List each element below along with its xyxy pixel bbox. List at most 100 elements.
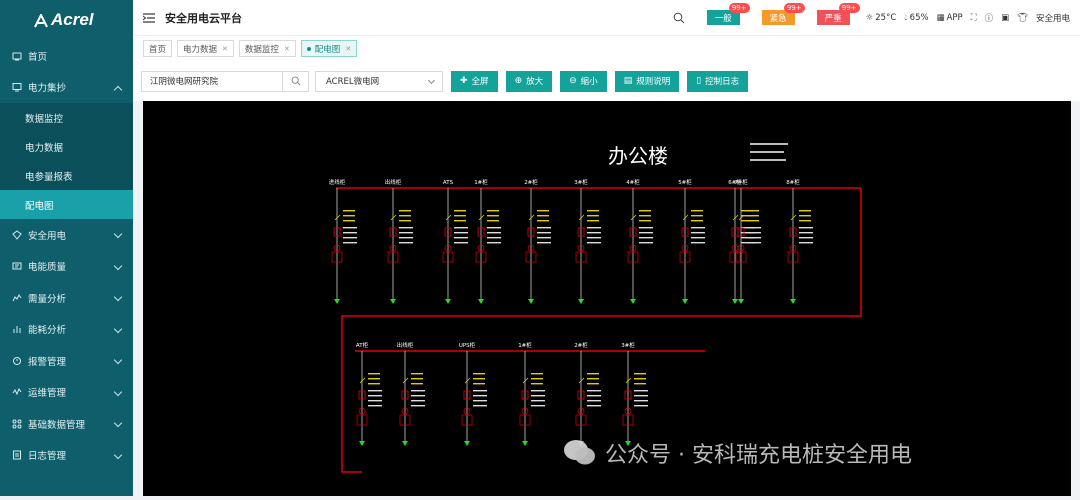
sidebar-item-alarm[interactable]: 报警管理 [0, 345, 133, 377]
sidebar-item-base-data[interactable]: 基础数据管理 [0, 408, 133, 440]
menu-fold-icon[interactable] [143, 12, 155, 23]
alarm-urgent-button[interactable]: 紧急 99+ [761, 3, 805, 25]
project-select[interactable]: ACREL微电网 [315, 70, 443, 92]
feeder-label: 出线柜 [385, 178, 402, 186]
fullscreen-button[interactable]: ✚ 全屏 [451, 70, 498, 92]
app-title: 安全用电云平台 [165, 11, 242, 25]
user-name[interactable]: 安全用电 [1036, 12, 1070, 24]
chevron-down-icon [113, 229, 123, 239]
upper-feeder-4[interactable]: 2#柜 [524, 178, 551, 304]
alarm-severe-button[interactable]: 严重 99+ [816, 3, 860, 25]
weather-widget: ☼ 25°C [866, 13, 897, 23]
help-icon[interactable]: ⓘ [985, 12, 994, 24]
diagram-title: 办公楼 [608, 144, 668, 168]
upper-feeder-0[interactable]: 进线柜 [329, 178, 357, 304]
quality-icon [12, 262, 22, 270]
feeder-label: 3#柜 [621, 341, 635, 349]
search-icon[interactable] [673, 12, 685, 24]
sidebar-subitem-power-data[interactable]: 电力数据 [0, 132, 133, 161]
close-icon[interactable]: ✕ [284, 45, 290, 53]
tab-label: 首页 [149, 44, 167, 55]
log-icon [13, 450, 21, 460]
chevron-down-icon [113, 292, 123, 302]
upper-feeder-10[interactable]: 8#柜 [786, 178, 813, 304]
upper-feeder-9[interactable]: 7#柜 [734, 178, 761, 304]
humidity-widget: 💧︎ 65% [904, 13, 928, 23]
switch-icon [478, 214, 485, 221]
close-icon[interactable]: ✕ [345, 45, 351, 53]
tab-label: 配电图 [314, 44, 341, 55]
alarm-general-button[interactable]: 一般 99+ [706, 3, 750, 25]
app-link[interactable]: ▦ APP [937, 13, 963, 23]
project-select-value: ACREL微电网 [326, 77, 380, 87]
tab-distribution-diagram[interactable]: 配电图 ✕ [300, 40, 358, 57]
switch-icon [445, 214, 452, 221]
upper-feeder-6[interactable]: 4#柜 [626, 178, 653, 304]
switch-icon [630, 214, 637, 221]
switch-icon [359, 377, 366, 384]
fullscreen-icon[interactable]: ⛶ [971, 13, 977, 23]
upper-feeder-2[interactable]: ATS [442, 180, 468, 304]
watermark: 公众号 · 安科瑞充电桩安全用电 [563, 437, 912, 469]
tab-home[interactable]: 首页 [143, 40, 173, 57]
sidebar-item-maintenance[interactable]: 运维管理 [0, 377, 133, 409]
upper-feeders: 进线柜 出线柜 ATS 1#柜 2#柜 3#柜 4#柜 5#柜 6#柜7#柜 8#柜 [329, 178, 813, 304]
load-arrow-icon [522, 441, 528, 446]
upper-feeder-7[interactable]: 5#柜 [678, 178, 705, 304]
sidebar-subitem-distribution-diagram[interactable]: 配电图 [0, 190, 133, 219]
sidebar-item-log[interactable]: 日志管理 [0, 440, 133, 472]
org-search-value: 江阴微电网研究院 [150, 77, 219, 87]
control-log-button[interactable]: ▯ 控制日志 [687, 70, 749, 92]
chevron-down-icon [427, 76, 436, 84]
diagram-toolbar: 江阴微电网研究院 ACREL微电网 ✚ 全屏 ⊕ 放大 ⊖ 缩小 ▤ 规则说明 ▯ 控制日… [133, 61, 1080, 101]
doc-icon: ▤ [623, 76, 633, 86]
shirt-icon[interactable]: 👕︎ [1017, 13, 1028, 23]
header-right: 一般 99+ 紧急 99+ 严重 99+ ☼ 25°C 💧︎ 65% ▦ APP… [673, 0, 1070, 35]
grid-icon: ▦ [936, 12, 945, 23]
diagram-legend [750, 143, 788, 161]
lower-feeder-5[interactable]: 3#柜 [621, 341, 648, 446]
search-button[interactable] [282, 71, 308, 91]
switch-icon [578, 214, 585, 221]
tab-data-monitor[interactable]: 数据监控 ✕ [238, 40, 296, 57]
lower-feeder-2[interactable]: UPS柜 [459, 341, 487, 446]
button-label: 控制日志 [705, 77, 740, 87]
org-search-input[interactable]: 江阴微电网研究院 [141, 70, 309, 92]
upper-feeder-5[interactable]: 3#柜 [574, 178, 601, 304]
sidebar-item-demand[interactable]: 需量分析 [0, 282, 133, 314]
upper-feeder-1[interactable]: 出线柜 [385, 178, 413, 304]
screen-icon[interactable]: ▣ [1001, 13, 1009, 23]
sidebar-item-home[interactable]: 首页 [0, 40, 133, 72]
bar-chart-icon [13, 326, 21, 334]
upper-feeder-3[interactable]: 1#柜 [474, 178, 501, 304]
upper-feeder-8[interactable]: 6#柜 [728, 178, 755, 304]
sidebar-item-safety[interactable]: 安全用电 [0, 219, 133, 251]
brand-name: Acrel [51, 10, 94, 29]
load-arrow-icon [630, 299, 636, 304]
load-arrow-icon [359, 441, 365, 446]
lower-feeder-0[interactable]: AT柜 [356, 341, 382, 446]
sidebar-item-power-quality[interactable]: 电能质量 [0, 251, 133, 283]
zoom-out-button[interactable]: ⊖ 缩小 [560, 70, 607, 92]
switch-icon [464, 377, 471, 384]
lower-feeder-1[interactable]: 出线柜 [397, 341, 425, 446]
tab-power-data[interactable]: 电力数据 ✕ [177, 40, 234, 57]
sidebar-subitem-param-report[interactable]: 电参量报表 [0, 161, 133, 190]
alarm-general-count: 99+ [728, 3, 750, 13]
single-line-diagram[interactable]: 办公楼 进线柜 出线柜 ATS 1#柜 2#柜 3#柜 4#柜 5#柜 6#柜 7#柜 8#柜 AT… [143, 101, 1071, 496]
sidebar-item-energy[interactable]: 能耗分析 [0, 314, 133, 346]
lower-feeder-3[interactable]: 1#柜 [518, 341, 545, 446]
brand-logo[interactable]: Acrel [0, 0, 133, 40]
rules-button[interactable]: ▤ 规则说明 [614, 70, 680, 92]
zoom-in-button[interactable]: ⊕ 放大 [505, 70, 553, 92]
feeder-label: 5#柜 [678, 178, 692, 186]
chevron-down-icon [113, 261, 123, 270]
lower-feeder-4[interactable]: 2#柜 [574, 341, 601, 446]
sidebar-item-power-reading[interactable]: 电力集抄 [0, 72, 133, 104]
switch-icon [682, 214, 689, 221]
feeder-label: 1#柜 [474, 178, 488, 186]
feeder-label: 出线柜 [397, 341, 414, 349]
sidebar-subitem-data-monitor[interactable]: 数据监控 [0, 103, 133, 132]
load-arrow-icon [390, 299, 396, 304]
close-icon[interactable]: ✕ [222, 45, 228, 53]
